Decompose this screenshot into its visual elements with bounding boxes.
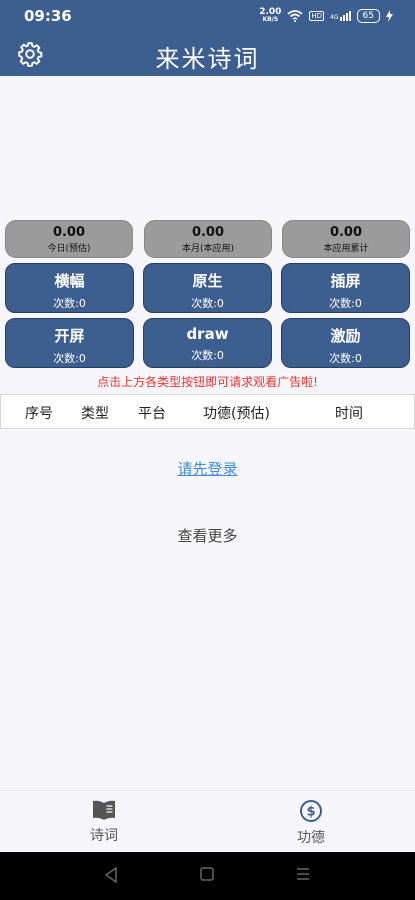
hd-icon: HD	[309, 11, 325, 21]
stat-total: 0.00 本应用累计	[282, 220, 410, 258]
menu-icon[interactable]	[296, 867, 310, 881]
column-header: 类型	[81, 406, 109, 422]
ad-button-label: draw	[186, 325, 229, 343]
app-header: 09:36 2.00 KB/S HD 4G 65 来米诗词	[0, 0, 415, 76]
login-link[interactable]: 请先登录	[0, 458, 415, 479]
battery-icon: 65	[356, 9, 380, 23]
ad-button-count: 次数:0	[53, 352, 86, 365]
column-header: 功德(预估)	[203, 406, 270, 422]
stat-label: 本月(本应用)	[181, 244, 235, 254]
nav-item-poetry[interactable]: 诗词	[44, 799, 164, 845]
ad-button-count: 次数:0	[329, 352, 362, 365]
ad-button-label: 激励	[330, 327, 361, 345]
ad-button-reward[interactable]: 激励 次数:0	[281, 318, 410, 368]
back-icon[interactable]	[104, 867, 118, 883]
column-header: 序号	[25, 406, 53, 422]
system-nav-bar	[0, 852, 415, 900]
ad-button-banner[interactable]: 横幅 次数:0	[5, 263, 134, 313]
bottom-nav: 诗词 $ 功德	[0, 790, 415, 853]
stat-value: 0.00	[52, 225, 86, 240]
stat-value: 0.00	[191, 225, 225, 240]
status-bar: 09:36 2.00 KB/S HD 4G 65	[0, 0, 415, 32]
ad-button-count: 次数:0	[329, 297, 362, 310]
view-more-button[interactable]: 查看更多	[0, 525, 415, 546]
dollar-circle-icon: $	[300, 800, 322, 822]
net-speed-unit: KB/S	[262, 16, 279, 23]
signal-icon: 4G	[330, 11, 351, 21]
charging-icon	[386, 10, 393, 22]
table-header: 序号 类型 平台 功德(预估) 时间	[0, 394, 415, 429]
net-speed: 2.00 KB/S	[259, 8, 281, 24]
ad-button-draw[interactable]: draw 次数:0	[143, 318, 272, 368]
stat-month: 0.00 本月(本应用)	[144, 220, 272, 258]
stat-today: 0.00 今日(预估)	[5, 220, 133, 258]
stats-row: 0.00 今日(预估) 0.00 本月(本应用) 0.00 本应用累计	[5, 220, 411, 258]
status-time: 09:36	[24, 7, 72, 25]
nav-label: 诗词	[90, 828, 118, 844]
stat-value: 0.00	[329, 225, 363, 240]
ad-button-count: 次数:0	[53, 297, 86, 310]
column-header: 时间	[335, 406, 363, 422]
ad-button-count: 次数:0	[191, 297, 224, 310]
ad-button-interstitial[interactable]: 插屏 次数:0	[281, 263, 410, 313]
stat-label: 本应用累计	[323, 244, 369, 254]
wifi-icon	[287, 10, 303, 22]
book-icon	[93, 800, 115, 820]
ad-button-splash[interactable]: 开屏 次数:0	[5, 318, 134, 368]
page-title: 来米诗词	[155, 45, 260, 73]
net-speed-value: 2.00	[259, 7, 282, 17]
ad-button-label: 开屏	[54, 327, 85, 345]
svg-text:$: $	[306, 805, 315, 820]
nav-item-merit[interactable]: $ 功德	[251, 799, 371, 847]
stat-label: 今日(预估)	[47, 244, 91, 254]
ad-button-native[interactable]: 原生 次数:0	[143, 263, 272, 313]
ad-button-label: 插屏	[330, 272, 361, 290]
status-icons: 2.00 KB/S HD 4G 65	[259, 8, 393, 24]
ad-notice: 点击上方各类型按钮即可请求观看广告啦!	[97, 375, 318, 389]
column-header: 平台	[138, 406, 166, 422]
home-icon[interactable]	[200, 867, 214, 881]
ad-button-count: 次数:0	[191, 349, 224, 362]
signal-label: 4G	[330, 14, 339, 21]
ad-button-label: 横幅	[54, 272, 85, 290]
nav-label: 功德	[297, 830, 325, 846]
ad-button-label: 原生	[192, 272, 223, 290]
